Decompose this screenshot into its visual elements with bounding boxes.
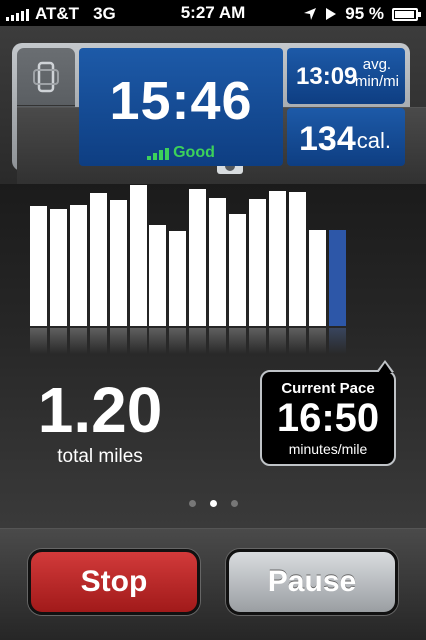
status-indicators: 95 % <box>303 4 421 24</box>
distance-value: 1.20 <box>37 374 163 446</box>
page-dot[interactable] <box>188 500 196 507</box>
pace-bar <box>209 198 226 326</box>
gps-status-label: Good <box>173 144 215 161</box>
duration-value: 15:46 <box>109 71 253 131</box>
page-dot[interactable] <box>230 500 238 507</box>
stop-button[interactable]: Stop <box>28 549 200 615</box>
pace-bar <box>289 192 306 326</box>
location-arrow-icon <box>304 8 317 20</box>
avg-pace-unit-line2: min/mi <box>354 73 399 90</box>
pace-bar <box>130 185 147 326</box>
calories-value: 134 <box>299 120 356 158</box>
pace-bar-reflection <box>209 328 226 354</box>
calories-display: 134 cal. <box>287 108 405 166</box>
play-icon <box>326 8 337 20</box>
distance-label: total miles <box>57 446 143 467</box>
pace-bar-reflection <box>50 328 67 354</box>
pace-bar <box>90 193 107 326</box>
page-indicator[interactable] <box>0 500 426 507</box>
pace-bar-reflection <box>90 328 107 354</box>
pace-bar-reflection <box>169 328 186 354</box>
current-pace-title: Current Pace <box>281 380 375 397</box>
avg-pace-display: 13:09 avg. min/mi <box>287 48 405 104</box>
duration-display: 15:46 Good <box>79 48 283 166</box>
gps-status: Good <box>79 144 283 162</box>
avg-pace-unit-line1: avg. <box>362 56 392 73</box>
pace-bar-reflection <box>329 328 346 354</box>
current-pace-unit: minutes/mile <box>288 441 368 457</box>
pace-bar <box>30 206 47 326</box>
avg-pace-value: 13:09 <box>296 63 358 90</box>
distance-display: 1.20 total miles <box>30 378 170 468</box>
pace-bar-reflection <box>110 328 127 354</box>
pace-bar-reflection <box>309 328 326 354</box>
pace-bar <box>70 205 87 326</box>
pace-bar <box>189 189 206 326</box>
status-bar: AT&T 3G 5:27 AM 95 % <box>0 0 426 26</box>
pace-bar <box>50 209 67 326</box>
pace-bar <box>269 191 286 326</box>
pace-bar <box>229 214 246 326</box>
pace-bar <box>110 200 127 326</box>
bubble-pointer <box>376 360 394 373</box>
pace-bar <box>169 231 186 326</box>
battery-icon <box>392 7 421 21</box>
orientation-button[interactable] <box>17 48 75 106</box>
gps-signal-icon <box>147 148 170 160</box>
pace-bar-reflection <box>149 328 166 354</box>
page-dot[interactable] <box>209 500 217 507</box>
pause-button[interactable]: Pause <box>226 549 398 615</box>
pace-bar <box>149 225 166 326</box>
avg-pace-unit: avg. min/mi <box>355 56 399 90</box>
current-pace-bubble: Current Pace 16:50 minutes/mile <box>260 360 396 466</box>
pace-bar <box>249 199 266 326</box>
pace-bar-reflection <box>249 328 266 354</box>
pace-bar-reflection <box>30 328 47 354</box>
pace-bar-reflection <box>70 328 87 354</box>
calories-unit: cal. <box>356 128 391 153</box>
pace-bar-reflection <box>289 328 306 354</box>
metrics-area: 15:46 Good 13:09 avg. min/mi 134 cal. <box>0 26 426 219</box>
pace-bar-reflection <box>229 328 246 354</box>
battery-percent: 95 % <box>345 4 384 23</box>
current-pace-value: 16:50 <box>276 396 380 440</box>
phone-orientation-icon <box>33 61 59 92</box>
pace-bar <box>309 230 326 326</box>
workout-summary-area[interactable]: 1.20 total miles Current Pace 16:50 minu… <box>0 184 426 528</box>
pace-bar <box>329 230 346 326</box>
side-controls <box>17 48 426 219</box>
pace-bar-reflection <box>269 328 286 354</box>
pace-bar-reflection <box>130 328 147 354</box>
control-bar: Stop Pause <box>0 528 426 640</box>
pace-bar-reflection <box>189 328 206 354</box>
metrics-panel: 15:46 Good 13:09 avg. min/mi 134 cal. <box>12 43 426 219</box>
